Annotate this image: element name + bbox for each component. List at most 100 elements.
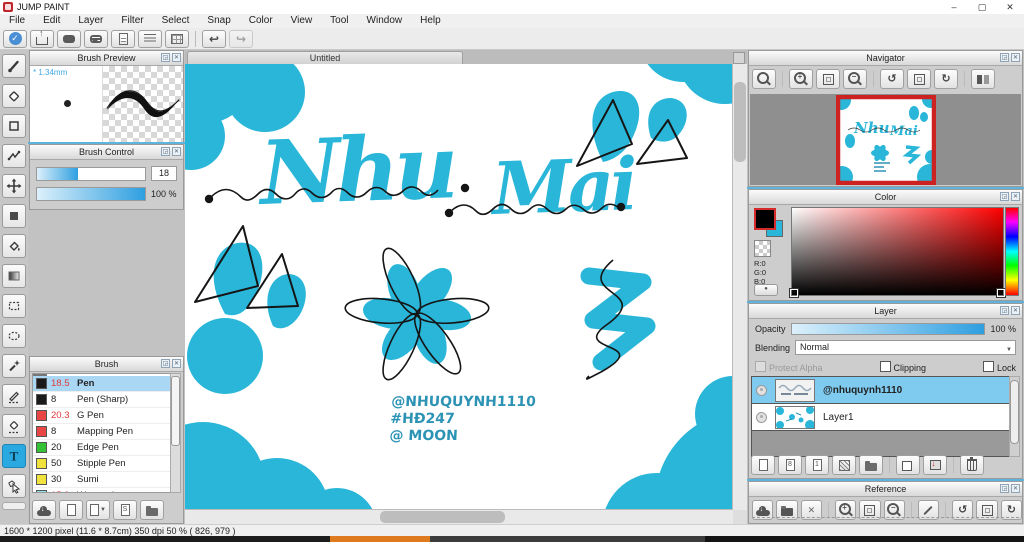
hue-bar[interactable] xyxy=(1005,207,1019,296)
shape-tool[interactable] xyxy=(2,114,26,138)
menu-layer[interactable]: Layer xyxy=(69,14,112,28)
popout-icon[interactable]: ◲ xyxy=(1000,53,1009,62)
foreground-color-swatch[interactable] xyxy=(754,208,776,230)
polyline-tool[interactable] xyxy=(2,144,26,168)
brush-panel-header[interactable]: Brush ◲ ✕ xyxy=(30,357,183,372)
navigator-header[interactable]: Navigator ◲ ✕ xyxy=(749,51,1022,66)
document-button[interactable] xyxy=(111,29,135,48)
brush-cloud-download-button[interactable] xyxy=(32,500,56,520)
bucket-tool[interactable] xyxy=(2,234,26,258)
comment-button[interactable] xyxy=(57,29,81,48)
canvas-vertical-scrollbar[interactable] xyxy=(732,64,747,510)
brush-item[interactable]: 20 Edge Pen xyxy=(33,440,170,456)
close-icon[interactable]: ✕ xyxy=(996,0,1024,14)
add-brush-button[interactable] xyxy=(59,500,83,520)
panel-close-icon[interactable]: ✕ xyxy=(172,53,181,62)
menu-file[interactable]: File xyxy=(0,14,34,28)
redo-button[interactable]: ↪ xyxy=(229,29,253,48)
popout-icon[interactable]: ◲ xyxy=(1000,306,1009,315)
brush-tool[interactable] xyxy=(2,54,26,78)
eraser-tool[interactable] xyxy=(2,84,26,108)
sv-marker[interactable] xyxy=(996,288,1006,298)
menu-snap[interactable]: Snap xyxy=(198,14,239,28)
popout-icon[interactable]: ◲ xyxy=(161,147,170,156)
duplicate-layer-button[interactable] xyxy=(896,455,920,475)
menu-tool[interactable]: Tool xyxy=(321,14,357,28)
brush-opacity-slider[interactable] xyxy=(36,187,146,201)
panel-close-icon[interactable]: ✕ xyxy=(172,147,181,156)
popout-icon[interactable]: ◲ xyxy=(1000,192,1009,201)
gradient-tool[interactable] xyxy=(2,264,26,288)
lasso-tool[interactable] xyxy=(2,324,26,348)
zoom-out-button[interactable]: − xyxy=(843,69,867,89)
lock-checkbox[interactable]: Lock xyxy=(982,361,1016,373)
clipping-checkbox[interactable]: Clipping xyxy=(879,361,926,373)
material-palette-button[interactable] xyxy=(165,29,189,48)
drawing-canvas[interactable]: Nhu Mai @NHUQUYNH1110 #HĐ247 @ MOON xyxy=(185,64,733,510)
tab-bar-end-button[interactable] xyxy=(733,52,745,64)
merge-layer-button[interactable] xyxy=(923,455,947,475)
brush-item[interactable]: 30 Sumi xyxy=(33,472,170,488)
add-layer-folder-button[interactable] xyxy=(859,455,883,475)
layer-header[interactable]: Layer ◲ ✕ xyxy=(749,304,1022,319)
menu-filter[interactable]: Filter xyxy=(112,14,152,28)
zoom-reset-button[interactable] xyxy=(752,69,776,89)
cloud-paint-button[interactable]: ✓ xyxy=(3,29,27,48)
flip-horizontal-button[interactable] xyxy=(971,69,995,89)
menu-help[interactable]: Help xyxy=(411,14,450,28)
blending-select[interactable]: Normal ▼ xyxy=(795,340,1016,355)
color-options-button[interactable]: ● xyxy=(754,284,778,296)
saturation-value-field[interactable] xyxy=(789,207,1006,298)
select-pen-tool[interactable] xyxy=(2,384,26,408)
menu-select[interactable]: Select xyxy=(153,14,199,28)
menu-view[interactable]: View xyxy=(282,14,322,28)
brush-control-header[interactable]: Brush Control ◲ ✕ xyxy=(30,145,183,160)
brush-size-slider[interactable] xyxy=(36,166,146,181)
sv-marker[interactable] xyxy=(789,288,799,298)
layer-row[interactable]: Layer1 xyxy=(752,404,1009,431)
brush-item[interactable]: 15.9Watercolor xyxy=(33,488,170,492)
rotate-reset-button[interactable] xyxy=(907,69,931,89)
layer-opacity-slider[interactable] xyxy=(790,323,986,335)
fill-tool[interactable] xyxy=(2,204,26,228)
panel-close-icon[interactable]: ✕ xyxy=(172,359,181,368)
fit-view-button[interactable] xyxy=(816,69,840,89)
chat-button[interactable] xyxy=(84,29,108,48)
move-tool[interactable] xyxy=(2,174,26,198)
brush-list-scrollbar[interactable] xyxy=(170,373,181,493)
reference-header[interactable]: Reference ◲ ✕ xyxy=(749,482,1022,497)
maximize-icon[interactable]: ▢ xyxy=(968,0,996,14)
menu-color[interactable]: Color xyxy=(240,14,282,28)
brush-item[interactable]: 8 Mapping Pen xyxy=(33,424,170,440)
color-header[interactable]: Color ◲ ✕ xyxy=(749,190,1022,205)
layer-row[interactable]: @nhuquynh1110 xyxy=(752,377,1009,404)
save-brush-button[interactable]: ▼ xyxy=(86,500,110,520)
material-list-button[interactable] xyxy=(138,29,162,48)
layer-list-scrollbar[interactable] xyxy=(1009,376,1020,457)
brush-item[interactable]: 18.5 Pen xyxy=(33,376,170,392)
menu-edit[interactable]: Edit xyxy=(34,14,69,28)
operation-tool[interactable] xyxy=(2,474,26,498)
rotate-cw-button[interactable]: ↻ xyxy=(934,69,958,89)
add-layer-button[interactable] xyxy=(751,455,775,475)
text-tool[interactable]: T xyxy=(2,444,26,468)
select-tool[interactable] xyxy=(2,294,26,318)
visibility-toggle-icon[interactable] xyxy=(756,411,767,423)
transparent-color-swatch[interactable] xyxy=(754,240,771,257)
script-brush-button[interactable]: S xyxy=(113,500,137,520)
panel-close-icon[interactable]: ✕ xyxy=(1011,484,1020,493)
brush-size-value[interactable]: 18 xyxy=(151,166,177,181)
canvas-horizontal-scrollbar[interactable] xyxy=(185,509,733,524)
delete-layer-button[interactable] xyxy=(960,455,984,475)
navigator-thumbnail[interactable]: Nhu Mai xyxy=(835,94,936,185)
panel-close-icon[interactable]: ✕ xyxy=(1011,306,1020,315)
brush-item[interactable]: 20.3 G Pen xyxy=(33,408,170,424)
menu-window[interactable]: Window xyxy=(358,14,412,28)
panel-close-icon[interactable]: ✕ xyxy=(1011,53,1020,62)
select-eraser-tool[interactable] xyxy=(2,414,26,438)
document-tab[interactable]: Untitled xyxy=(187,51,463,64)
brush-folder-button[interactable] xyxy=(140,500,164,520)
minimize-icon[interactable]: – xyxy=(940,0,968,14)
add-8bit-layer-button[interactable]: 8 xyxy=(778,455,802,475)
visibility-toggle-icon[interactable] xyxy=(756,384,767,396)
